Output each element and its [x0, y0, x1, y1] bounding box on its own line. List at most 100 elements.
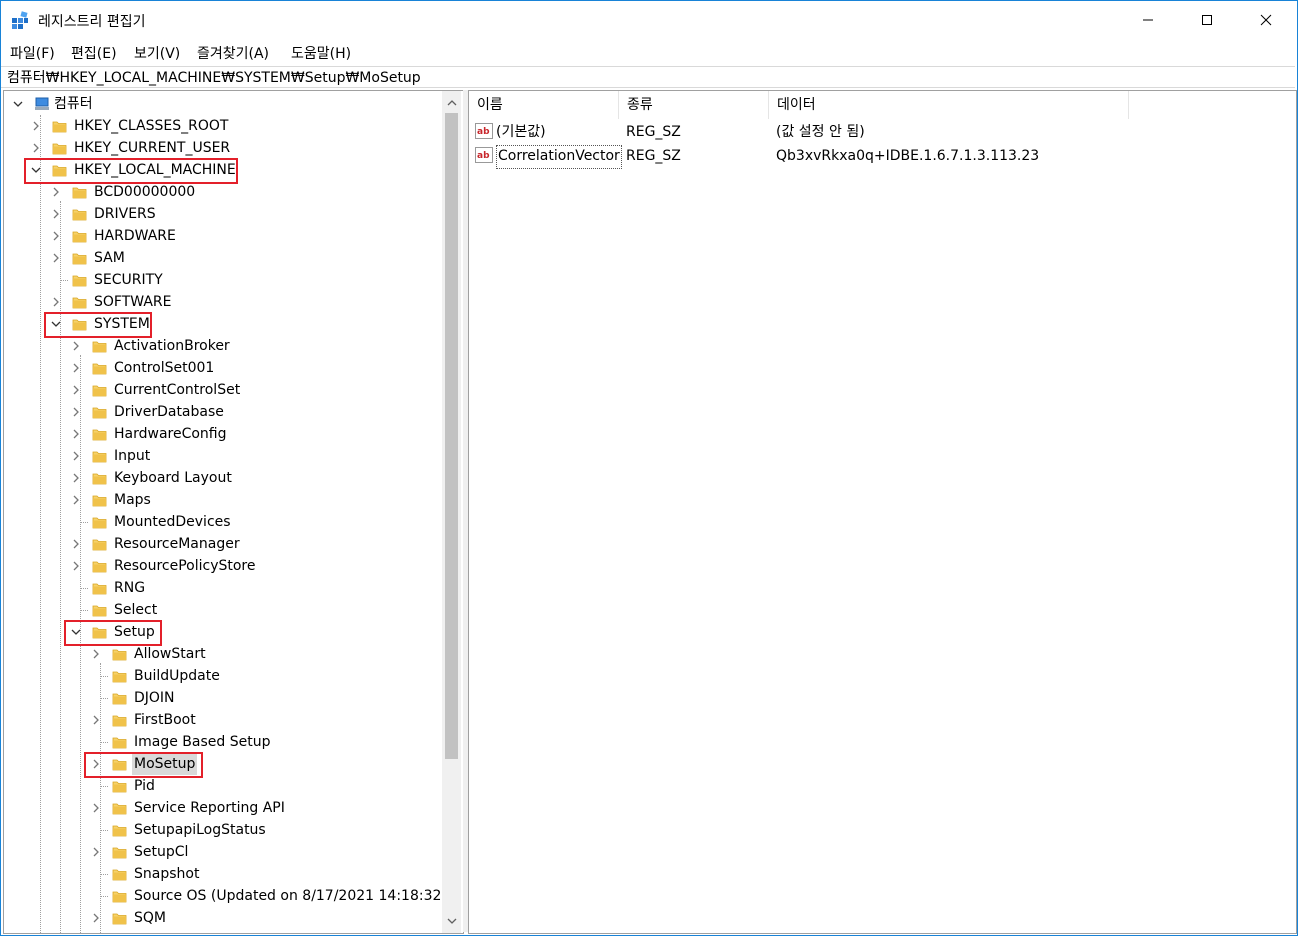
tree-item[interactable]: SECURITY	[4, 269, 440, 291]
tree-item[interactable]: ResourceManager	[4, 533, 440, 555]
expand-toggle[interactable]	[90, 709, 102, 731]
tree-item[interactable]: BCD00000000	[4, 181, 440, 203]
menu-view[interactable]: 보기(V)	[134, 43, 180, 63]
tree-item[interactable]: SetupapiLogStatus	[4, 819, 440, 841]
expand-toggle[interactable]	[90, 797, 102, 819]
folder-icon	[112, 891, 127, 903]
expand-toggle[interactable]	[50, 203, 62, 225]
value-name[interactable]: (기본값)	[496, 121, 546, 143]
expand-toggle[interactable]	[70, 379, 82, 401]
expand-toggle[interactable]	[70, 335, 82, 357]
tree-item[interactable]: HARDWARE	[4, 225, 440, 247]
tree-item-label: MountedDevices	[114, 514, 231, 530]
column-header-type[interactable]: 종류	[619, 91, 769, 119]
tree-item-label: ResourceManager	[114, 536, 240, 552]
scroll-up-arrow[interactable]	[442, 93, 461, 113]
column-header-data[interactable]: 데이터	[769, 91, 1129, 119]
expand-toggle[interactable]	[50, 291, 62, 313]
minimize-button[interactable]	[1119, 1, 1177, 39]
chevron-right-icon	[33, 121, 39, 131]
tree-item[interactable]: DriverDatabase	[4, 401, 440, 423]
menu-help[interactable]: 도움말(H)	[291, 43, 351, 63]
tree-item-label: Keyboard Layout	[114, 470, 232, 486]
maximize-button[interactable]	[1178, 1, 1236, 39]
tree-item[interactable]: RNG	[4, 577, 440, 599]
expand-toggle[interactable]	[70, 445, 82, 467]
tree-item[interactable]: BuildUpdate	[4, 665, 440, 687]
tree-item[interactable]: ActivationBroker	[4, 335, 440, 357]
expand-toggle[interactable]	[50, 225, 62, 247]
tree-item-label: SECURITY	[94, 272, 163, 288]
tree-guide-line	[60, 280, 68, 281]
tree-item-label: ControlSet001	[114, 360, 215, 376]
menu-edit[interactable]: 편집(E)	[71, 43, 117, 63]
expand-toggle[interactable]	[30, 115, 42, 137]
chevron-right-icon	[93, 913, 99, 923]
expand-toggle[interactable]	[70, 357, 82, 379]
tree-item[interactable]: DRIVERS	[4, 203, 440, 225]
tree-item[interactable]: SQM	[4, 907, 440, 929]
tree-item[interactable]: Select	[4, 599, 440, 621]
tree-item[interactable]: MountedDevices	[4, 511, 440, 533]
tree-item[interactable]: SetupCl	[4, 841, 440, 863]
tree-item-label: SOFTWARE	[94, 294, 172, 310]
expand-toggle[interactable]	[50, 247, 62, 269]
folder-icon	[52, 121, 67, 133]
value-type: REG_SZ	[626, 124, 681, 140]
scroll-thumb[interactable]	[445, 113, 458, 759]
expand-toggle[interactable]	[50, 181, 62, 203]
window-title: 레지스트리 편집기	[38, 14, 146, 30]
tree-item-computer[interactable]: 컴퓨터	[4, 93, 434, 115]
tree-item[interactable]: Service Reporting API	[4, 797, 440, 819]
folder-icon	[72, 187, 87, 199]
menu-favorites[interactable]: 즐겨찾기(A)	[197, 43, 269, 63]
expand-toggle[interactable]	[70, 489, 82, 511]
menu-file[interactable]: 파일(F)	[10, 43, 55, 63]
expand-toggle[interactable]	[30, 137, 42, 159]
tree-item[interactable]: ControlSet001	[4, 357, 440, 379]
close-button[interactable]	[1237, 1, 1295, 39]
tree-item[interactable]: Snapshot	[4, 863, 440, 885]
tree-item[interactable]: Maps	[4, 489, 440, 511]
tree-guide-line	[100, 830, 108, 831]
expand-toggle[interactable]	[70, 423, 82, 445]
tree-item[interactable]: Source OS (Updated on 8/17/2021 14:18:32…	[4, 885, 447, 907]
chevron-right-icon	[93, 715, 99, 725]
tree-item[interactable]: SAM	[4, 247, 440, 269]
address-bar[interactable]: 컴퓨터₩HKEY_LOCAL_MACHINE₩SYSTEM₩Setup₩MoSe…	[1, 66, 1295, 88]
tree-item[interactable]: ResourcePolicyStore	[4, 555, 440, 577]
expand-toggle[interactable]	[70, 533, 82, 555]
expand-toggle[interactable]	[90, 907, 102, 929]
tree-item[interactable]: CurrentControlSet	[4, 379, 440, 401]
expand-toggle[interactable]	[90, 841, 102, 863]
folder-icon	[92, 363, 107, 375]
tree-item[interactable]: MoSetup	[4, 753, 440, 775]
expand-toggle[interactable]	[70, 467, 82, 489]
expand-toggle[interactable]	[90, 643, 102, 665]
tree-vertical-scrollbar[interactable]	[442, 91, 461, 933]
tree-guide-line	[100, 676, 108, 677]
folder-icon	[112, 649, 127, 661]
tree-item[interactable]: FirstBoot	[4, 709, 440, 731]
tree-item[interactable]: HKEY_CURRENT_USER	[4, 137, 440, 159]
scroll-down-arrow[interactable]	[442, 911, 461, 931]
expand-toggle[interactable]	[70, 555, 82, 577]
title-bar: 레지스트리 편집기	[1, 1, 1297, 39]
tree-item[interactable]: DJOIN	[4, 687, 440, 709]
expand-toggle[interactable]	[12, 93, 24, 115]
folder-icon	[112, 737, 127, 749]
tree-item[interactable]: AllowStart	[4, 643, 440, 665]
value-name[interactable]: CorrelationVector	[496, 145, 622, 169]
tree-item[interactable]: HKEY_CLASSES_ROOT	[4, 115, 440, 137]
tree-item[interactable]: Input	[4, 445, 440, 467]
tree-item[interactable]: HardwareConfig	[4, 423, 440, 445]
tree-item[interactable]: Keyboard Layout	[4, 467, 440, 489]
tree-item[interactable]: Image Based Setup	[4, 731, 440, 753]
folder-icon	[92, 561, 107, 573]
column-header-name[interactable]: 이름	[469, 91, 619, 119]
tree-item[interactable]: Pid	[4, 775, 440, 797]
chevron-down-icon	[13, 101, 23, 107]
tree-item-label: HARDWARE	[94, 228, 176, 244]
tree-item[interactable]: SOFTWARE	[4, 291, 440, 313]
expand-toggle[interactable]	[70, 401, 82, 423]
